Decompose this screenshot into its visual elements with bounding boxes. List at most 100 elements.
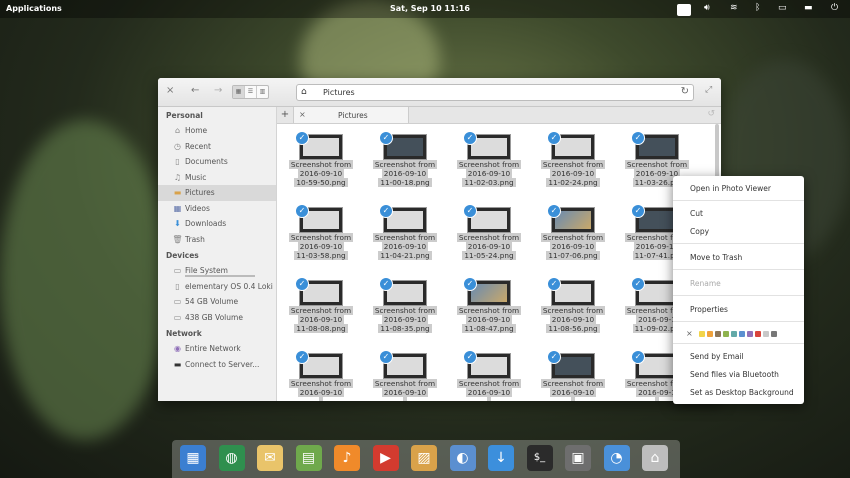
applications-menu[interactable]: Applications [6, 4, 62, 13]
color-tag-swatch[interactable] [762, 330, 769, 337]
installer-icon[interactable]: ◔ [603, 445, 630, 471]
selected-check-icon[interactable]: ✓ [463, 204, 477, 218]
file-item[interactable]: ✓ Screenshot from 2016-09-10 11-08-56.png [531, 276, 615, 346]
wifi-icon[interactable]: ≋ [730, 3, 738, 13]
color-tag-swatch[interactable] [714, 330, 721, 337]
file-item[interactable]: ✓ Screenshot from 2016-09-10 11-02-24.png [531, 130, 615, 200]
sidebar-item-file-system[interactable]: ▭ File System [158, 263, 276, 279]
color-tag-swatch[interactable] [754, 330, 761, 337]
color-tag-swatch[interactable] [698, 330, 705, 337]
files-icon[interactable]: ⌂ [642, 445, 668, 471]
clear-tag-icon[interactable]: × [686, 329, 693, 338]
selected-check-icon[interactable]: ✓ [547, 204, 561, 218]
web-browser-icon[interactable]: ◍ [218, 445, 245, 471]
menu-set-desktop-background[interactable]: Set as Desktop Background [690, 388, 794, 400]
selected-check-icon[interactable]: ✓ [379, 350, 393, 364]
selected-check-icon[interactable]: ✓ [379, 131, 393, 145]
file-item[interactable]: ✓ Screenshot from 2016-09-10 [531, 349, 615, 401]
sidebar-item-entire-network[interactable]: ◉ Entire Network [158, 341, 276, 357]
selected-check-icon[interactable]: ✓ [631, 131, 645, 145]
file-item[interactable]: ✓ Screenshot from 2016-09-10 11-02-03.png [447, 130, 531, 200]
sidebar-item-music[interactable]: ♫ Music [158, 170, 276, 186]
close-tab-icon[interactable]: × [299, 110, 306, 119]
selected-check-icon[interactable]: ✓ [295, 204, 309, 218]
keyboard-layout-indicator[interactable]: us [677, 4, 692, 16]
selected-check-icon[interactable]: ✓ [547, 131, 561, 145]
calendar-icon[interactable]: ▤ [295, 445, 322, 471]
selected-check-icon[interactable]: ✓ [295, 277, 309, 291]
music-icon[interactable]: ♪ [334, 445, 360, 471]
sidebar-item-54gb-volume[interactable]: ▭ 54 GB Volume [158, 294, 276, 310]
sidebar-item-recent[interactable]: ◷ Recent [158, 139, 276, 155]
selected-check-icon[interactable]: ✓ [295, 131, 309, 145]
sidebar-item-pictures[interactable]: ▬ Pictures [158, 185, 276, 201]
file-item[interactable]: ✓ Screenshot from 2016-09-10 11-05-24.png [447, 203, 531, 273]
menu-open-in-photo-viewer[interactable]: Open in Photo Viewer [690, 184, 771, 196]
terminal-icon[interactable]: $_ [526, 445, 553, 471]
file-item[interactable]: ✓ Screenshot from 2016-09-10 11-04-21.png [363, 203, 447, 273]
selected-check-icon[interactable]: ✓ [631, 350, 645, 364]
menu-send-by-email[interactable]: Send by Email [690, 352, 744, 364]
sidebar-item-videos[interactable]: ▦ Videos [158, 201, 276, 217]
color-tag-swatch[interactable] [706, 330, 713, 337]
switchboard-icon[interactable]: ◐ [449, 445, 476, 471]
new-tab-icon[interactable]: + [277, 107, 294, 123]
file-item[interactable]: ✓ Screenshot from 2016-09-10 [363, 349, 447, 401]
forward-arrow-icon[interactable]: → [214, 85, 222, 96]
notifications-icon[interactable]: ▬ [804, 3, 813, 13]
sidebar-item-trash[interactable]: 🗑︎ Trash [158, 232, 276, 248]
selected-check-icon[interactable]: ✓ [463, 131, 477, 145]
selected-check-icon[interactable]: ✓ [463, 350, 477, 364]
date-time[interactable]: Sat, Sep 10 11:16 [390, 4, 470, 13]
sidebar-item-home[interactable]: ⌂ Home [158, 123, 276, 139]
reload-icon[interactable]: ↻ [681, 86, 689, 97]
menu-properties[interactable]: Properties [690, 305, 728, 317]
videos-icon[interactable]: ▶ [372, 445, 399, 471]
color-tag-swatch[interactable] [770, 330, 777, 337]
color-tag-swatch[interactable] [746, 330, 753, 337]
file-item[interactable]: ✓ Screenshot from 2016-09-10 10-59-50.png [279, 130, 363, 200]
sidebar-item-downloads[interactable]: ⬇ Downloads [158, 216, 276, 232]
color-tag-swatch[interactable] [722, 330, 729, 337]
bluetooth-icon[interactable]: ᛒ [755, 3, 760, 13]
screenshot-icon[interactable]: ▣ [565, 445, 591, 471]
menu-cut[interactable]: Cut [690, 209, 703, 221]
selected-check-icon[interactable]: ✓ [547, 277, 561, 291]
list-view-icon[interactable]: ☰ [245, 86, 257, 98]
sidebar-item-connect-server[interactable]: ▬ Connect to Server... [158, 357, 276, 373]
file-item[interactable]: ✓ Screenshot from 2016-09-10 11-03-58.png [279, 203, 363, 273]
multitasking-view-icon[interactable]: ▦ [180, 445, 206, 471]
column-view-icon[interactable]: ▥ [257, 86, 268, 98]
mail-icon[interactable]: ✉ [257, 445, 283, 471]
file-item[interactable]: ✓ Screenshot from 2016-09-10 11-08-08.png [279, 276, 363, 346]
home-crumb-icon[interactable]: ⌂ [301, 87, 307, 97]
file-item[interactable]: ✓ Screenshot from 2016-09-10 11-00-18.png [363, 130, 447, 200]
file-item[interactable]: ✓ Screenshot from 2016-09-10 11-08-35.png [363, 276, 447, 346]
file-item[interactable]: ✓ Screenshot from 2016-09-10 [447, 349, 531, 401]
menu-send-via-bluetooth[interactable]: Send files via Bluetooth [690, 370, 779, 382]
menu-copy[interactable]: Copy [690, 227, 709, 239]
maximize-icon[interactable]: ⤢ [705, 85, 712, 95]
file-item[interactable]: ✓ Screenshot from 2016-09-10 11-07-06.png [531, 203, 615, 273]
selected-check-icon[interactable]: ✓ [631, 277, 645, 291]
file-item[interactable]: ✓ Screenshot from 2016-09-10 [279, 349, 363, 401]
tab-pictures[interactable]: × Pictures [294, 107, 409, 123]
sidebar-item-documents[interactable]: ▯ Documents [158, 154, 276, 170]
selected-check-icon[interactable]: ✓ [463, 277, 477, 291]
selected-check-icon[interactable]: ✓ [379, 277, 393, 291]
photos-icon[interactable]: ▨ [411, 445, 437, 471]
location-bar[interactable]: ⌂ Pictures ↻ [296, 84, 694, 101]
color-tag-swatch[interactable] [730, 330, 737, 337]
volume-icon[interactable]: 🔊︎ [704, 3, 710, 13]
breadcrumb-pictures[interactable]: Pictures [323, 88, 355, 97]
color-tag-swatch[interactable] [738, 330, 745, 337]
back-arrow-icon[interactable]: ← [191, 85, 199, 96]
icon-view-icon[interactable]: ▦ [233, 86, 245, 98]
selected-check-icon[interactable]: ✓ [295, 350, 309, 364]
selected-check-icon[interactable]: ✓ [547, 350, 561, 364]
sidebar-item-438gb-volume[interactable]: ▭ 438 GB Volume [158, 310, 276, 326]
close-window-icon[interactable]: × [166, 85, 174, 96]
selected-check-icon[interactable]: ✓ [379, 204, 393, 218]
battery-icon[interactable]: ▭ [778, 3, 787, 13]
menu-move-to-trash[interactable]: Move to Trash [690, 253, 742, 265]
